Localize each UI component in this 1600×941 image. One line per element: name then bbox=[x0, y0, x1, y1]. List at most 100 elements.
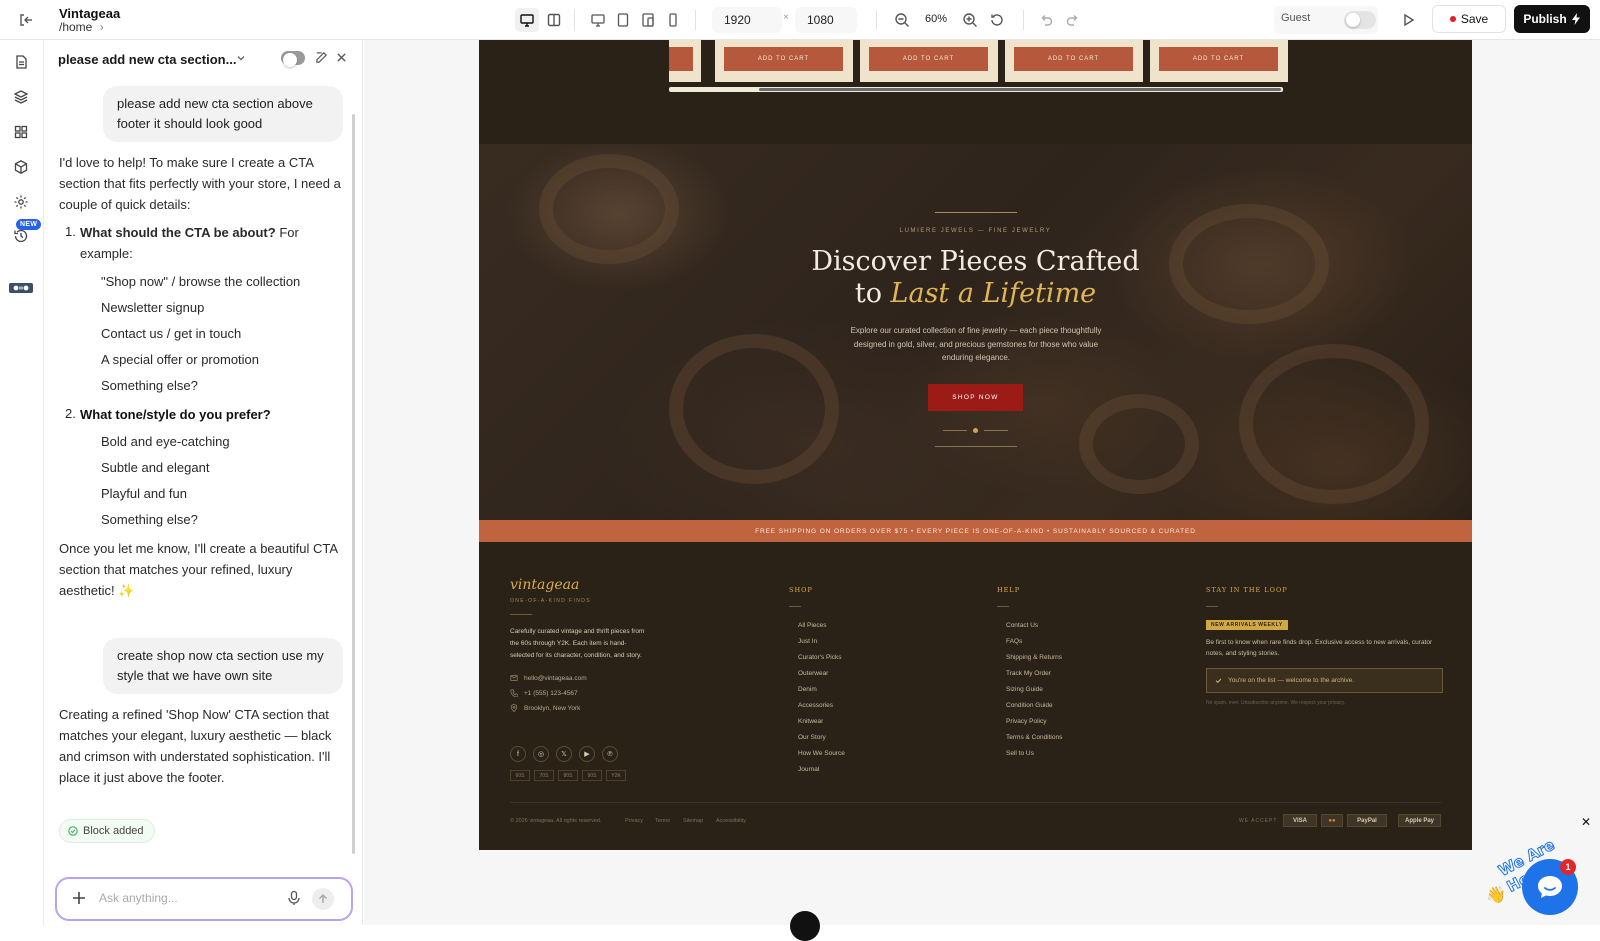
era-tag[interactable]: 90S bbox=[582, 770, 602, 781]
instagram-icon[interactable]: ◎ bbox=[533, 746, 549, 762]
footer-link[interactable]: All Pieces bbox=[798, 622, 827, 629]
publish-button[interactable]: Publish bbox=[1514, 5, 1590, 33]
footer-link[interactable]: Knitwear bbox=[798, 718, 823, 725]
unsaved-dot bbox=[1449, 16, 1456, 22]
help-heading: HELP bbox=[997, 586, 1021, 594]
add-to-cart-button[interactable]: ADD TO CART bbox=[724, 47, 843, 71]
option-item: A special offer or promotion bbox=[101, 352, 260, 367]
era-tag[interactable]: 80S bbox=[558, 770, 578, 781]
footer-link[interactable]: Terms & Conditions bbox=[1006, 734, 1062, 741]
footer-divider bbox=[510, 802, 1441, 803]
era-tag[interactable]: 70S bbox=[534, 770, 554, 781]
chat-mode-toggle[interactable] bbox=[281, 51, 305, 67]
chat-scrollbar[interactable] bbox=[352, 114, 355, 854]
legal-link[interactable]: Accessibility bbox=[716, 818, 746, 824]
mobile-icon[interactable] bbox=[661, 8, 685, 32]
chat-title[interactable]: please add new cta section... bbox=[58, 52, 236, 67]
undo-icon[interactable] bbox=[1034, 8, 1058, 32]
height-input[interactable]: 1080 bbox=[795, 7, 857, 33]
guest-toggle[interactable] bbox=[1344, 11, 1376, 29]
width-input[interactable]: 1920 bbox=[712, 7, 782, 33]
footer-link[interactable]: Sell to Us bbox=[1006, 750, 1034, 757]
newsletter-success-text: You're on the list — welcome to the arch… bbox=[1228, 677, 1355, 684]
tablet-icon[interactable] bbox=[611, 8, 635, 32]
pinterest-icon[interactable]: ℗ bbox=[602, 746, 618, 762]
zoom-in-icon[interactable] bbox=[958, 8, 982, 32]
question-text: What should the CTA be about? For exampl… bbox=[80, 222, 320, 264]
shop-now-button[interactable]: SHOP NOW bbox=[928, 384, 1023, 411]
page-path[interactable]: /home › bbox=[59, 20, 104, 34]
legal-link[interactable]: Sitemap bbox=[683, 818, 703, 824]
phone-icon bbox=[510, 689, 518, 697]
footer-link[interactable]: Denim bbox=[798, 686, 817, 693]
assistant-message: Creating a refined 'Shop Now' CTA sectio… bbox=[59, 707, 332, 785]
footer-link[interactable]: Condition Guide bbox=[1006, 702, 1053, 709]
robot-icon[interactable] bbox=[7, 278, 35, 298]
layers-icon[interactable] bbox=[11, 87, 31, 107]
footer-link[interactable]: Curator's Picks bbox=[798, 654, 842, 661]
canvas-handle[interactable] bbox=[790, 911, 820, 941]
exit-icon[interactable] bbox=[14, 8, 38, 32]
monitor-icon[interactable] bbox=[586, 8, 610, 32]
tablet-landscape-icon[interactable] bbox=[636, 8, 660, 32]
zoom-out-icon[interactable] bbox=[890, 8, 914, 32]
footer-link[interactable]: FAQs bbox=[1006, 638, 1022, 645]
newsletter-heading: STAY IN THE LOOP bbox=[1206, 586, 1288, 594]
footer-link[interactable]: Shipping & Returns bbox=[1006, 654, 1062, 661]
pages-icon[interactable] bbox=[11, 52, 31, 72]
footer-link[interactable]: Journal bbox=[798, 766, 819, 773]
product-scroll-thumb[interactable] bbox=[759, 88, 1281, 91]
microphone-icon[interactable] bbox=[286, 890, 302, 906]
play-icon[interactable] bbox=[1396, 8, 1420, 32]
add-to-cart-button[interactable]: ADD TO CART bbox=[1159, 47, 1278, 71]
footer-link[interactable]: Track My Order bbox=[1006, 670, 1051, 677]
era-tag[interactable]: 60S bbox=[510, 770, 530, 781]
footer-link[interactable]: Sizing Guide bbox=[1006, 686, 1043, 693]
footer-link[interactable]: Our Story bbox=[798, 734, 826, 741]
chevron-down-icon[interactable] bbox=[235, 52, 247, 64]
settings-icon[interactable] bbox=[11, 192, 31, 212]
split-view-icon[interactable] bbox=[542, 8, 566, 32]
add-to-cart-button[interactable]: ADD TO CART bbox=[1014, 47, 1133, 71]
facebook-icon[interactable]: f bbox=[510, 746, 526, 762]
add-to-cart-button[interactable] bbox=[669, 47, 693, 71]
phone-text: +1 (555) 123-4567 bbox=[524, 689, 578, 697]
hero-title-line1: Discover Pieces Crafted bbox=[811, 246, 1140, 277]
footer-link[interactable]: Accessories bbox=[798, 702, 833, 709]
plus-icon[interactable] bbox=[71, 890, 87, 906]
dimension-times: × bbox=[783, 12, 789, 23]
footer-logo[interactable]: vintageaa bbox=[510, 577, 579, 593]
footer-link[interactable]: Contact Us bbox=[1006, 622, 1038, 629]
hero-title-accent: Last a Lifetime bbox=[890, 278, 1097, 309]
send-button[interactable] bbox=[312, 888, 334, 910]
footer-phone[interactable]: +1 (555) 123-4567 bbox=[510, 689, 578, 697]
edit-icon[interactable] bbox=[315, 51, 328, 64]
reset-zoom-icon[interactable] bbox=[985, 8, 1009, 32]
legal-link[interactable]: Terms bbox=[655, 818, 670, 824]
shop-heading: SHOP bbox=[789, 586, 813, 594]
footer-link[interactable]: Outerwear bbox=[798, 670, 828, 677]
question-number: 2. bbox=[65, 406, 76, 421]
assistant-message: Once you let me know, I'll create a beau… bbox=[59, 541, 338, 598]
footer-tagline: ONE-OF-A-KIND FINDS bbox=[510, 598, 592, 604]
cube-icon[interactable] bbox=[11, 157, 31, 177]
blocks-icon[interactable] bbox=[11, 122, 31, 142]
legal-link[interactable]: Privacy bbox=[625, 818, 643, 824]
close-icon[interactable] bbox=[336, 52, 347, 63]
save-button[interactable]: Save bbox=[1432, 5, 1506, 33]
era-tag[interactable]: Y2K bbox=[606, 770, 626, 781]
footer-location: Brooklyn, New York bbox=[510, 704, 580, 712]
column-divider bbox=[1206, 606, 1218, 607]
footer-link[interactable]: Just In bbox=[798, 638, 817, 645]
youtube-icon[interactable]: ▶ bbox=[579, 746, 595, 762]
footer-link[interactable]: How We Source bbox=[798, 750, 845, 757]
redo-icon[interactable] bbox=[1061, 8, 1085, 32]
footer-email[interactable]: hello@vintageaa.com bbox=[510, 674, 587, 682]
add-to-cart-button[interactable]: ADD TO CART bbox=[869, 47, 988, 71]
user-message: please add new cta section above footer … bbox=[103, 86, 343, 142]
chat-input[interactable] bbox=[99, 891, 279, 905]
arrow-up-icon bbox=[318, 893, 328, 903]
footer-link[interactable]: Privacy Policy bbox=[1006, 718, 1046, 725]
x-twitter-icon[interactable]: 𝕏 bbox=[556, 746, 572, 762]
desktop-view-icon[interactable] bbox=[515, 8, 539, 32]
